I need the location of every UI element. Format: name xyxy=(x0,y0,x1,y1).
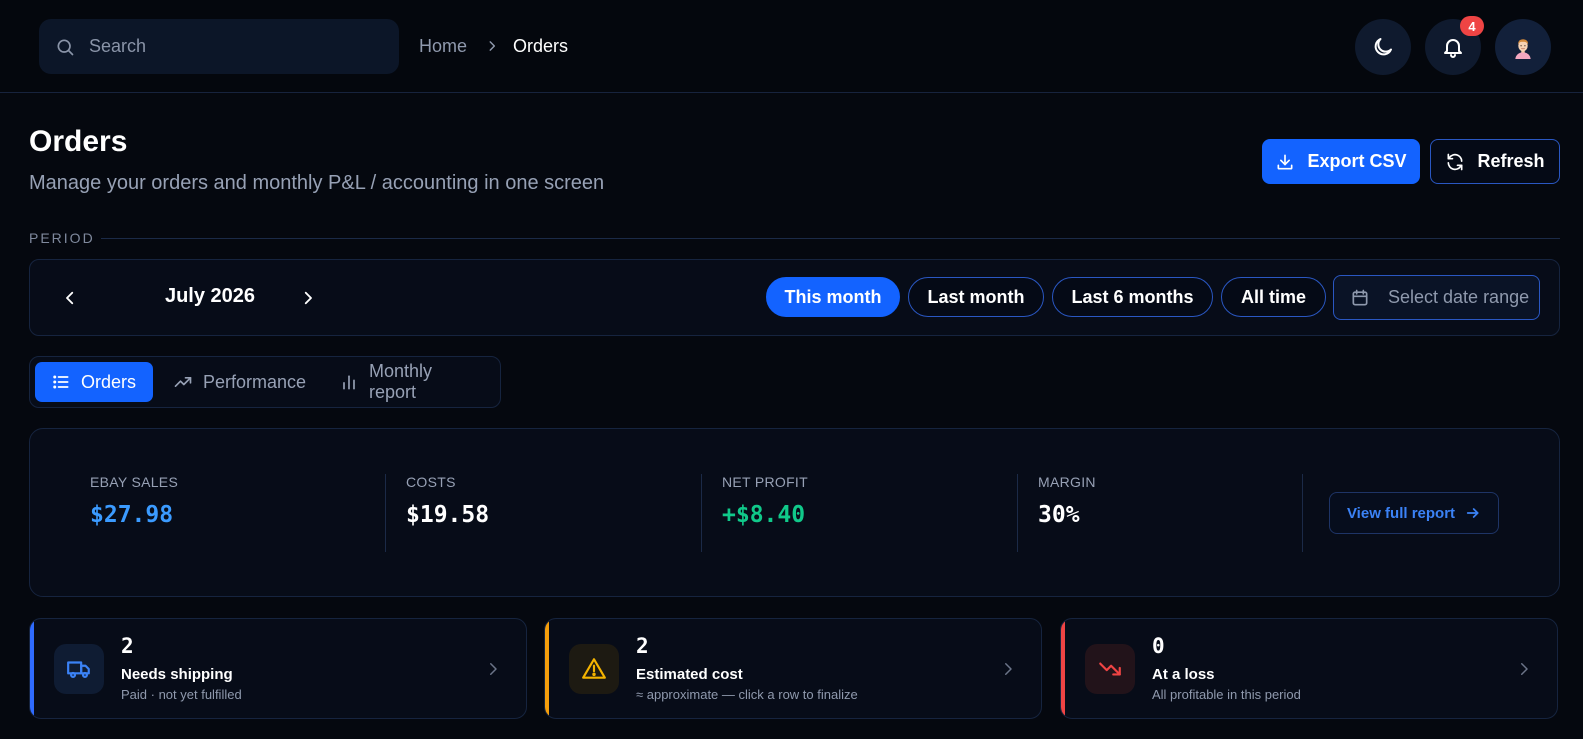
search-placeholder: Search xyxy=(89,36,147,56)
warning-icon xyxy=(569,644,619,694)
current-month-label: July 2026 xyxy=(164,285,256,307)
summary-card: EBAY SALES $27.98 COSTS $19.58 NET PROFI… xyxy=(29,428,1560,597)
stat-costs: COSTS $19.58 xyxy=(406,474,489,528)
export-csv-button[interactable]: Export CSV xyxy=(1262,139,1420,184)
tab-performance[interactable]: Performance xyxy=(157,362,322,402)
moon-icon xyxy=(1374,38,1392,56)
alert-subtitle: Paid · not yet fulfilled xyxy=(121,687,242,702)
avatar[interactable] xyxy=(1495,19,1551,75)
stat-label: EBAY SALES xyxy=(90,474,179,490)
top-bar: Search Home Orders 4 xyxy=(0,0,1583,93)
stat-net-profit: NET PROFIT +$8.40 xyxy=(722,474,808,528)
stat-label: MARGIN xyxy=(1038,474,1096,490)
stat-margin: MARGIN 30% xyxy=(1038,474,1096,528)
period-divider xyxy=(101,238,1560,239)
view-tabs: Orders Performance Monthly report xyxy=(29,356,501,408)
breadcrumb: Home Orders xyxy=(419,34,568,58)
alert-count: 2 xyxy=(636,634,649,658)
refresh-button[interactable]: Refresh xyxy=(1430,139,1560,184)
breadcrumb-current: Orders xyxy=(513,35,569,56)
stat-divider xyxy=(1302,474,1303,552)
alert-accent xyxy=(1061,619,1065,718)
stat-value: +$8.40 xyxy=(722,502,806,528)
truck-icon xyxy=(54,644,104,694)
refresh-label: Refresh xyxy=(1477,151,1545,171)
alert-subtitle: All profitable in this period xyxy=(1152,687,1301,702)
previous-month-button[interactable] xyxy=(56,284,84,312)
stat-divider xyxy=(385,474,386,552)
alert-subtitle: ≈ approximate — click a row to finalize xyxy=(636,687,858,702)
view-full-report-button[interactable]: View full report xyxy=(1329,492,1499,534)
alert-title: At a loss xyxy=(1152,666,1215,683)
preset-all-time[interactable]: All time xyxy=(1221,277,1326,317)
alert-estimated-cost[interactable]: 2 Estimated cost ≈ approximate — click a… xyxy=(544,618,1042,719)
stat-label: NET PROFIT xyxy=(722,474,808,490)
search-input[interactable]: Search xyxy=(39,19,399,74)
download-icon xyxy=(1277,154,1293,169)
theme-toggle-button[interactable] xyxy=(1355,19,1411,75)
stat-divider xyxy=(1017,474,1018,552)
avatar-image xyxy=(1511,35,1535,59)
trending-up-icon xyxy=(174,377,192,387)
stat-divider xyxy=(701,474,702,552)
chevron-right-icon xyxy=(304,291,312,305)
tab-performance-label: Performance xyxy=(203,371,307,392)
preset-this-month[interactable]: This month xyxy=(766,277,900,317)
alert-accent xyxy=(30,619,34,718)
bar-chart-icon xyxy=(343,375,355,390)
search-icon xyxy=(57,39,74,55)
arrow-right-icon xyxy=(1466,508,1479,518)
preset-last-month[interactable]: Last month xyxy=(908,277,1044,317)
tab-monthly-report-label: Monthly report xyxy=(368,361,433,402)
stat-value: 30% xyxy=(1038,502,1080,528)
chevron-left-icon xyxy=(66,291,74,305)
view-full-report-label: View full report xyxy=(1346,504,1456,522)
alert-count: 2 xyxy=(121,634,134,658)
chevron-right-icon xyxy=(484,660,502,678)
tab-orders[interactable]: Orders xyxy=(35,362,153,402)
alert-at-a-loss[interactable]: 0 At a loss All profitable in this perio… xyxy=(1060,618,1558,719)
export-csv-label: Export CSV xyxy=(1307,151,1407,171)
alert-title: Estimated cost xyxy=(636,666,743,683)
preset-last-6-months[interactable]: Last 6 months xyxy=(1052,277,1213,317)
period-selector: July 2026 This month Last month Last 6 m… xyxy=(29,259,1560,336)
alert-title: Needs shipping xyxy=(121,666,233,683)
alert-count: 0 xyxy=(1152,634,1165,658)
tab-orders-label: Orders xyxy=(81,371,137,392)
alert-accent xyxy=(545,619,549,718)
trending-down-icon xyxy=(1085,644,1135,694)
page-title: Orders xyxy=(29,125,128,158)
stat-ebay-sales: EBAY SALES $27.98 xyxy=(90,474,178,528)
refresh-icon xyxy=(1447,153,1463,170)
breadcrumb-home[interactable]: Home xyxy=(419,36,467,57)
period-section-label: PERIOD xyxy=(29,230,95,246)
date-range-placeholder: Select date range xyxy=(1388,287,1530,307)
chevron-right-icon xyxy=(1515,660,1533,678)
chevron-right-icon xyxy=(999,660,1017,678)
chevron-right-icon xyxy=(485,39,499,53)
notifications-button[interactable]: 4 xyxy=(1425,16,1484,75)
stat-value: $19.58 xyxy=(406,502,490,528)
stat-label: COSTS xyxy=(406,474,456,490)
date-range-picker[interactable]: Select date range xyxy=(1333,275,1540,320)
notification-badge: 4 xyxy=(1460,16,1484,36)
bell-icon xyxy=(1444,39,1462,58)
next-month-button[interactable] xyxy=(294,284,322,312)
stat-value: $27.98 xyxy=(90,502,174,528)
list-icon xyxy=(53,375,69,389)
alert-needs-shipping[interactable]: 2 Needs shipping Paid · not yet fulfille… xyxy=(29,618,527,719)
calendar-icon xyxy=(1352,289,1368,305)
page-subtitle: Manage your orders and monthly P&L / acc… xyxy=(29,172,605,194)
tab-monthly-report[interactable]: Monthly report xyxy=(323,361,500,402)
